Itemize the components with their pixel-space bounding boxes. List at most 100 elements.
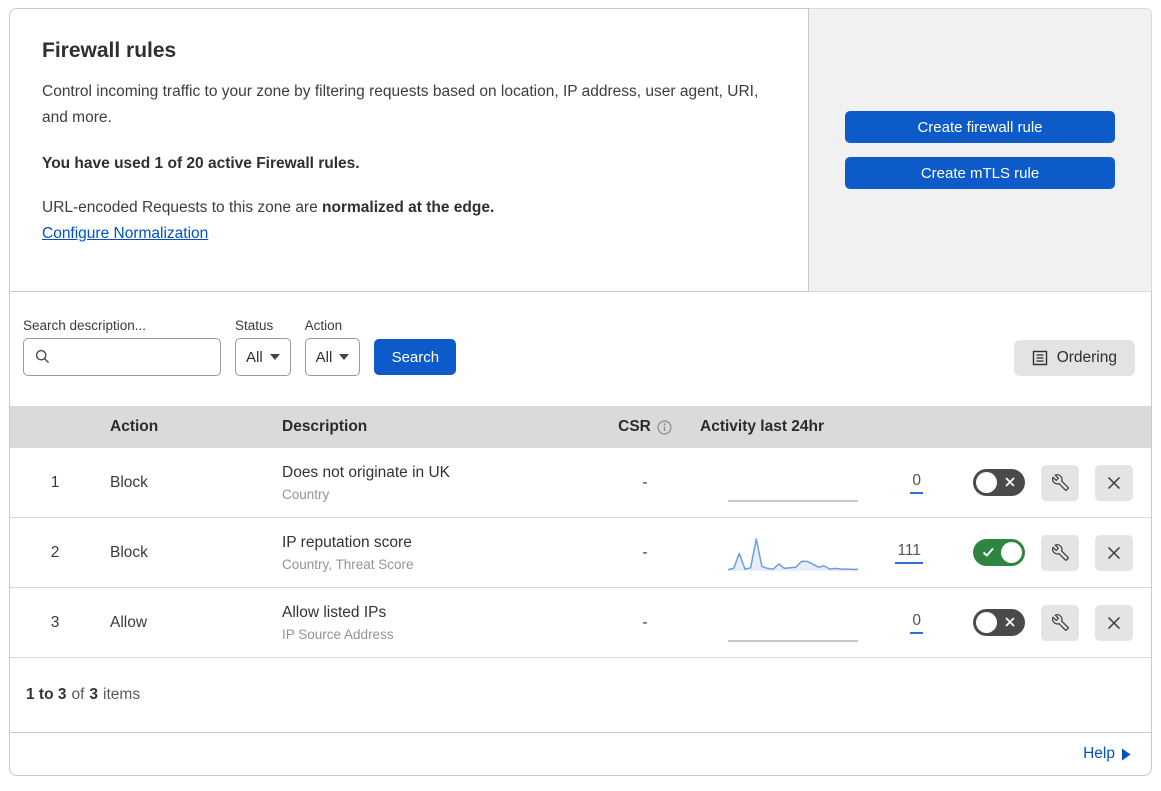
rule-description: IP reputation score (282, 533, 412, 551)
action-filter-group: Action All (304, 318, 361, 376)
rule-csr: - (642, 543, 648, 561)
edit-rule-button[interactable] (1041, 604, 1079, 641)
header-description: Description (282, 418, 368, 435)
header-csr-label: CSR (618, 418, 651, 435)
status-label: Status (235, 318, 274, 333)
arrow-right-icon (1122, 748, 1131, 760)
table-row: 3 Allow Allow listed IPs IP Source Addre… (10, 588, 1151, 658)
rules-list-card: Search description... Status All Action (9, 291, 1152, 776)
info-icon[interactable] (657, 419, 672, 435)
rule-description-cell: Allow listed IPs IP Source Address (272, 602, 600, 644)
chevron-down-icon (269, 354, 280, 360)
rule-activity-cell: 0 (690, 463, 941, 503)
rule-fields: Country (282, 486, 330, 502)
action-label: Action (304, 318, 343, 333)
activity-count-link[interactable]: 0 (910, 472, 923, 494)
rule-controls (941, 464, 1151, 501)
filter-controls: Search description... Status All Action (23, 318, 457, 376)
rule-enabled-toggle[interactable] (973, 539, 1025, 566)
rule-controls (941, 534, 1151, 571)
rule-action: Block (110, 543, 148, 561)
status-filter-group: Status All (235, 318, 291, 376)
activity-sparkline (727, 533, 858, 573)
page-description: Control incoming traffic to your zone by… (42, 83, 759, 126)
wrench-icon (1051, 474, 1069, 491)
rule-activity-cell: 111 (690, 533, 941, 573)
rule-csr: - (642, 613, 648, 631)
toggle-knob (976, 472, 997, 493)
ordering-button-label: Ordering (1056, 349, 1117, 366)
edit-rule-button[interactable] (1041, 464, 1079, 501)
help-row: Help (10, 733, 1151, 775)
usage-summary: You have used 1 of 20 active Firewall ru… (42, 155, 360, 172)
search-button[interactable]: Search (374, 339, 457, 375)
rule-csr: - (642, 473, 648, 491)
action-select[interactable]: All (304, 338, 361, 376)
edit-rule-button[interactable] (1041, 534, 1079, 571)
help-link-label: Help (1083, 745, 1115, 762)
rule-priority: 2 (50, 543, 60, 561)
activity-sparkline (728, 463, 858, 503)
create-firewall-rule-button[interactable]: Create firewall rule (845, 111, 1115, 143)
wrench-icon (1051, 544, 1069, 561)
search-label: Search description... (23, 318, 147, 333)
search-box (23, 338, 221, 376)
toggle-knob (976, 612, 997, 633)
rule-activity-cell: 0 (690, 603, 941, 643)
table-row: 1 Block Does not originate in UK Country… (10, 448, 1151, 518)
top-section: Firewall rules Control incoming traffic … (9, 8, 1152, 292)
delete-rule-button[interactable] (1095, 604, 1133, 641)
rule-controls (941, 604, 1151, 641)
configure-normalization-link[interactable]: Configure Normalization (42, 225, 208, 242)
close-icon (1107, 546, 1121, 559)
pagination-total: 3 (89, 686, 99, 703)
search-icon (35, 349, 50, 364)
action-select-value: All (315, 348, 333, 366)
firewall-rules-page: Firewall rules Control incoming traffic … (9, 8, 1152, 776)
activity-count-link[interactable]: 0 (910, 612, 923, 634)
close-icon (1107, 476, 1121, 489)
normalization-note: URL-encoded Requests to this zone are no… (42, 199, 768, 217)
close-icon (1107, 616, 1121, 629)
help-link[interactable]: Help (1083, 745, 1131, 763)
rule-enabled-toggle[interactable] (973, 609, 1025, 636)
rule-action: Block (110, 473, 148, 491)
rule-action: Allow (110, 613, 148, 631)
page-title: Firewall rules (42, 39, 177, 62)
delete-rule-button[interactable] (1095, 464, 1133, 501)
rule-description-cell: IP reputation score Country, Threat Scor… (272, 532, 600, 574)
activity-count-link[interactable]: 111 (895, 542, 923, 564)
create-mtls-rule-button[interactable]: Create mTLS rule (845, 157, 1115, 189)
normalization-note-bold: normalized at the edge. (322, 199, 495, 216)
actions-panel: Create firewall rule Create mTLS rule (809, 8, 1152, 292)
filter-bar: Search description... Status All Action (10, 292, 1151, 406)
rule-priority: 3 (50, 613, 60, 631)
search-input[interactable] (23, 338, 221, 376)
toggle-off-x-icon (1005, 477, 1015, 487)
status-select[interactable]: All (235, 338, 291, 376)
toggle-off-x-icon (1005, 617, 1015, 627)
rule-description-cell: Does not originate in UK Country (272, 462, 600, 504)
list-document-icon (1032, 350, 1047, 366)
normalization-note-text: URL-encoded Requests to this zone are (42, 199, 323, 216)
activity-sparkline (728, 603, 858, 643)
pagination-items: items (103, 686, 141, 703)
wrench-icon (1051, 614, 1069, 631)
pagination-range: 1 to 3 (26, 686, 67, 703)
rule-priority: 1 (50, 473, 60, 491)
intro-card: Firewall rules Control incoming traffic … (9, 8, 809, 292)
header-action: Action (110, 418, 159, 435)
rule-enabled-toggle[interactable] (973, 469, 1025, 496)
chevron-down-icon (339, 354, 350, 360)
delete-rule-button[interactable] (1095, 534, 1133, 571)
status-select-value: All (246, 348, 263, 366)
table-row: 2 Block IP reputation score Country, Thr… (10, 518, 1151, 588)
rule-fields: Country, Threat Score (282, 556, 414, 572)
search-group: Search description... (23, 318, 221, 376)
header-activity: Activity last 24hr (700, 418, 825, 435)
toggle-knob (1001, 542, 1022, 563)
rule-description: Does not originate in UK (282, 463, 451, 481)
header-csr: CSR (600, 418, 690, 436)
toggle-on-check-icon (982, 547, 994, 557)
ordering-button[interactable]: Ordering (1013, 340, 1135, 376)
